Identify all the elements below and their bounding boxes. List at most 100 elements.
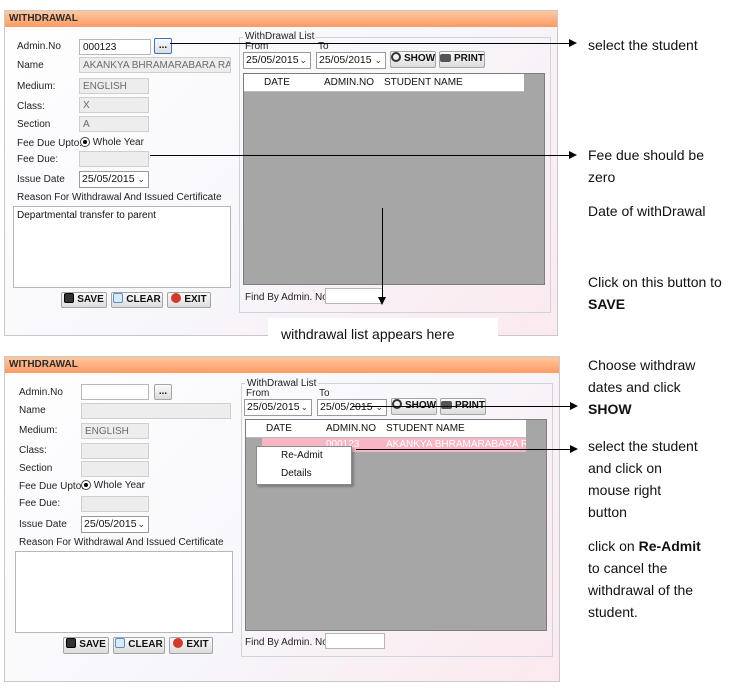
fee-due-upto-label: Fee Due Upto: bbox=[19, 481, 85, 492]
note-right-click-2: and click on bbox=[588, 460, 662, 476]
arrow-fee-due bbox=[150, 155, 570, 156]
admin-no-label: Admin.No bbox=[17, 41, 61, 52]
radio-selected-icon bbox=[81, 480, 91, 491]
note-select-student: select the student bbox=[588, 37, 698, 53]
arrowhead-icon bbox=[569, 39, 577, 47]
note-date-of-withdrawal: Date of withDrawal bbox=[588, 203, 706, 219]
menu-item-details[interactable]: Details bbox=[257, 465, 351, 483]
whole-year-label: Whole Year bbox=[92, 137, 144, 148]
chevron-down-icon: ⌄ bbox=[137, 519, 145, 529]
exit-button[interactable]: EXIT bbox=[169, 637, 213, 654]
reason-textarea[interactable] bbox=[15, 551, 233, 633]
chevron-down-icon: ⌄ bbox=[137, 174, 145, 184]
column-header[interactable]: DATE bbox=[264, 74, 290, 91]
note-save-2: SAVE bbox=[588, 296, 626, 312]
note-readmit-4: student. bbox=[588, 604, 638, 620]
clear-icon bbox=[115, 638, 126, 648]
class-label: Class: bbox=[17, 101, 45, 112]
withdrawal-grid[interactable]: DATE ADMIN.NO STUDENT NAME 000123 AKANKY… bbox=[245, 419, 547, 631]
to-label: To bbox=[319, 388, 330, 399]
from-label: From bbox=[246, 388, 270, 399]
clear-button[interactable]: CLEAR bbox=[111, 292, 163, 308]
note-choose-3: SHOW bbox=[588, 401, 632, 417]
column-header[interactable]: ADMIN.NO bbox=[324, 74, 374, 91]
find-by-admin-input[interactable] bbox=[325, 633, 385, 649]
section-label: Section bbox=[19, 463, 53, 474]
find-by-admin-label: Find By Admin. No: bbox=[245, 637, 331, 648]
note-right-click-1: select the student bbox=[588, 438, 698, 454]
note-fee-due-1: Fee due should be bbox=[588, 147, 704, 163]
radio-selected-icon bbox=[80, 137, 90, 148]
column-header[interactable]: ADMIN.NO bbox=[326, 420, 376, 437]
window-title: WITHDRAWAL bbox=[5, 11, 557, 27]
arrowhead-icon bbox=[570, 445, 578, 453]
to-date-picker[interactable]: 25/05/2015 ⌄ bbox=[316, 52, 386, 69]
class-field: X bbox=[79, 97, 149, 113]
fee-due-field bbox=[81, 496, 149, 512]
issue-date-picker[interactable]: 25/05/2015 ⌄ bbox=[79, 171, 149, 188]
find-by-admin-input[interactable] bbox=[325, 288, 383, 304]
find-by-admin-label: Find By Admin. No: bbox=[245, 292, 331, 303]
section-field: A bbox=[79, 116, 149, 132]
exit-icon bbox=[173, 638, 184, 648]
note-fee-due-2: zero bbox=[588, 169, 616, 185]
arrowhead-icon bbox=[569, 151, 577, 159]
column-header[interactable]: DATE bbox=[266, 420, 292, 437]
withdrawal-window-bottom: WITHDRAWAL Admin.No ... Name Medium: ENG… bbox=[4, 356, 560, 682]
admin-no-input[interactable]: 000123 bbox=[79, 39, 151, 55]
class-field bbox=[81, 443, 149, 459]
save-button[interactable]: SAVE bbox=[63, 637, 109, 654]
printer-icon bbox=[440, 54, 451, 62]
medium-label: Medium: bbox=[17, 81, 56, 92]
exit-button[interactable]: EXIT bbox=[167, 292, 211, 308]
chevron-down-icon: ⌄ bbox=[300, 402, 308, 412]
fee-due-field bbox=[79, 151, 149, 167]
admin-no-label: Admin.No bbox=[19, 387, 63, 398]
note-right-click-4: button bbox=[588, 504, 627, 520]
browse-student-button[interactable]: ... bbox=[154, 384, 172, 400]
save-button[interactable]: SAVE bbox=[61, 292, 107, 308]
floppy-disk-icon bbox=[64, 293, 75, 303]
withdrawal-grid[interactable]: DATE ADMIN.NO STUDENT NAME bbox=[243, 73, 545, 285]
print-button[interactable]: PRINT bbox=[439, 51, 485, 68]
note-choose-1: Choose withdraw bbox=[588, 357, 696, 373]
from-date-picker[interactable]: 25/05/2015 ⌄ bbox=[243, 52, 311, 69]
issue-date-label: Issue Date bbox=[17, 174, 65, 185]
search-icon bbox=[391, 52, 401, 62]
note-save-1: Click on this button to bbox=[588, 274, 722, 290]
clear-button[interactable]: CLEAR bbox=[113, 637, 165, 654]
arrow-select-student bbox=[170, 43, 570, 44]
exit-icon bbox=[171, 293, 182, 303]
note-right-click-3: mouse right bbox=[588, 482, 662, 498]
whole-year-radio[interactable]: Whole Year bbox=[80, 137, 144, 148]
name-field bbox=[81, 403, 231, 419]
arrow-show bbox=[352, 406, 572, 407]
show-button[interactable]: SHOW bbox=[390, 51, 436, 68]
clear-icon bbox=[113, 293, 124, 303]
menu-item-re-admit[interactable]: Re-Admit bbox=[257, 447, 351, 465]
arrowhead-icon bbox=[378, 297, 386, 305]
column-header[interactable]: STUDENT NAME bbox=[386, 420, 465, 437]
name-label: Name bbox=[19, 405, 46, 416]
medium-field: ENGLISH bbox=[81, 423, 149, 439]
fee-due-label: Fee Due: bbox=[17, 154, 59, 165]
chevron-down-icon: ⌄ bbox=[375, 402, 383, 412]
name-label: Name bbox=[17, 60, 44, 71]
whole-year-label: Whole Year bbox=[93, 480, 145, 491]
chevron-down-icon: ⌄ bbox=[374, 55, 382, 65]
browse-student-button[interactable]: ... bbox=[154, 38, 172, 54]
withdrawal-window-top: WITHDRAWAL Admin.No 000123 ... Name AKAN… bbox=[4, 10, 558, 336]
admin-no-input[interactable] bbox=[81, 384, 149, 400]
issue-date-label: Issue Date bbox=[19, 519, 67, 530]
to-date-picker[interactable]: 25/05/2015 ⌄ bbox=[317, 399, 387, 416]
note-readmit-2: to cancel the bbox=[588, 560, 668, 576]
from-date-picker[interactable]: 25/05/2015 ⌄ bbox=[244, 399, 312, 416]
column-header[interactable]: STUDENT NAME bbox=[384, 74, 463, 91]
reason-textarea[interactable]: Departmental transfer to parent bbox=[13, 206, 231, 288]
arrow-list-appears bbox=[382, 208, 383, 298]
note-readmit-3: withdrawal of the bbox=[588, 582, 694, 598]
issue-date-picker[interactable]: 25/05/2015 ⌄ bbox=[81, 516, 149, 533]
search-icon bbox=[392, 399, 402, 409]
note-choose-2: dates and click bbox=[588, 379, 681, 395]
whole-year-radio[interactable]: Whole Year bbox=[81, 480, 145, 491]
